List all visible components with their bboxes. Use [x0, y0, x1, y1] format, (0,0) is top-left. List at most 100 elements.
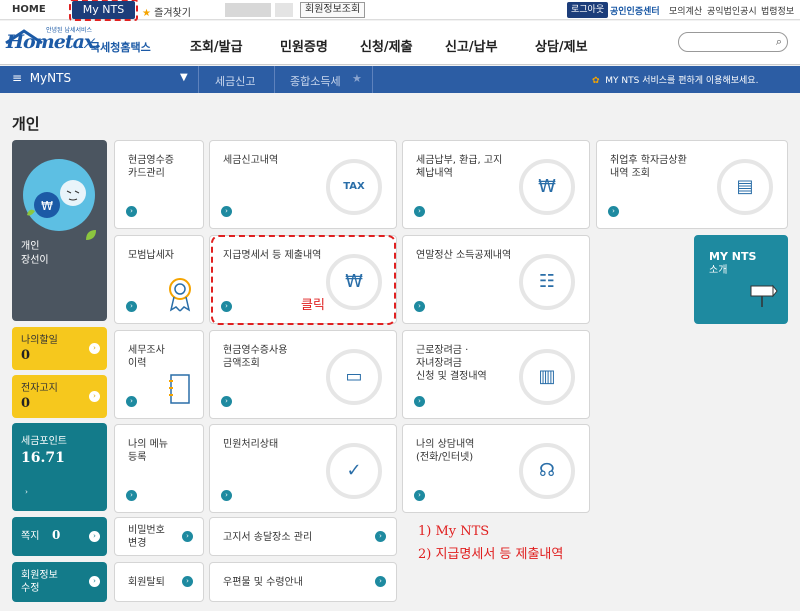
member-edit-card[interactable]: 회원정보 수정 › [12, 562, 107, 602]
arrow-circle-icon[interactable]: › [21, 487, 32, 498]
tile-model-taxpayer[interactable]: 모범납세자 › [114, 235, 204, 324]
tile-mynts-intro[interactable]: MY NTS 소개 [694, 235, 788, 324]
profile-card: ₩ 개인 장선이 [12, 140, 107, 321]
profile-name: 장선이 [21, 255, 49, 266]
arrow-circle-icon[interactable]: › [89, 531, 100, 542]
e-notice-count: 0 [21, 396, 31, 411]
hamburger-icon: ≡ [12, 71, 23, 85]
tax-points-card[interactable]: 세금포인트 16.71 › [12, 423, 107, 511]
arrow-circle-icon[interactable]: › [608, 206, 619, 217]
arrow-circle-icon[interactable]: › [221, 396, 232, 407]
tile-withdraw[interactable]: 회원탈퇴 › [114, 562, 204, 602]
page-title: 개인 [12, 115, 40, 133]
arrow-circle-icon[interactable]: › [221, 206, 232, 217]
arrow-circle-icon[interactable]: › [126, 396, 137, 407]
tax-document-icon: TAX [326, 159, 382, 215]
click-annotation: 클릭 [301, 298, 325, 313]
profile-type: 개인 [21, 241, 40, 252]
search-icon[interactable]: ⌕ [776, 35, 782, 49]
arrow-circle-icon[interactable]: › [182, 530, 193, 542]
tile-notice-address[interactable]: 고지서 송달장소 관리 › [209, 517, 397, 556]
blurred-user-suffix [275, 3, 293, 17]
tile-password-change[interactable]: 비밀번호 변경 › [114, 517, 204, 556]
chevron-down-icon[interactable]: ▼ [180, 72, 188, 83]
flower-icon: ✿ [592, 76, 600, 86]
tile-year-end-settlement[interactable]: 연말정산 소득공제내역 ☷ › [402, 235, 590, 324]
arrow-circle-icon[interactable]: › [89, 576, 100, 587]
check-circle-icon: ✓ [326, 443, 382, 499]
nav-report-payment[interactable]: 신고/납부 [445, 36, 498, 55]
e-notice-label: 전자고지 [21, 383, 58, 394]
memo-label: 쪽지 [21, 531, 40, 542]
member-edit-label-2: 수정 [21, 583, 40, 594]
search-input[interactable]: ⌕ [678, 32, 788, 52]
nav-application[interactable]: 신청/제출 [360, 36, 413, 55]
tile-consult-history[interactable]: 나의 상담내역 (전화/인터넷) ☊ › [402, 424, 590, 513]
tax-points-value: 16.71 [21, 450, 65, 466]
favorites-link[interactable]: ★ 즐겨찾기 [142, 4, 191, 19]
tile-tax-return-history[interactable]: 세금신고내역 TAX › [209, 140, 397, 229]
tile-cash-receipt-usage[interactable]: 현금영수증사용 금액조회 ▭ › [209, 330, 397, 419]
headset-icon: ☊ [519, 443, 575, 499]
tile-my-menu[interactable]: 나의 메뉴 등록 › [114, 424, 204, 513]
leaf-icon [86, 230, 96, 240]
memo-count: 0 [52, 528, 61, 542]
legal-info-link[interactable]: 법령정보 [761, 4, 794, 17]
award-badge-icon [169, 278, 191, 312]
hometax-logo[interactable]: 안녕된 납세서비스 Hometax. 국세청홈택스 [4, 25, 152, 61]
arrow-circle-icon[interactable]: › [126, 301, 137, 312]
bookmark-star-icon[interactable]: ★ [352, 72, 362, 85]
tax-points-label: 세금포인트 [21, 436, 67, 447]
breadcrumb-income-tax[interactable]: 종합소득세 [290, 73, 341, 89]
member-edit-label-1: 회원정보 [21, 570, 58, 581]
member-info-button[interactable]: 회원정보조회 [300, 2, 366, 18]
arrow-circle-icon[interactable]: › [414, 206, 425, 217]
arrow-circle-icon[interactable]: › [182, 576, 193, 587]
tile-payment-refund[interactable]: 세금납부, 환급, 고지 체납내역 ₩ › [402, 140, 590, 229]
arrow-circle-icon[interactable]: › [126, 490, 137, 501]
arrow-circle-icon[interactable]: › [126, 206, 137, 217]
won-coin-icon: ₩ [519, 159, 575, 215]
mock-calc-link[interactable]: 모의계산 [669, 4, 702, 17]
my-nts-highlight [69, 0, 138, 21]
tile-tax-audit[interactable]: 세무조사 이력 › [114, 330, 204, 419]
breadcrumb-tax-report[interactable]: 세금신고 [215, 73, 255, 89]
tile-student-loan[interactable]: 취업후 학자금상환 내역 조회 ▤ › [596, 140, 788, 229]
arrow-circle-icon[interactable]: › [89, 391, 100, 402]
e-notice-card[interactable]: 전자고지 0 › [12, 375, 107, 418]
nav-certificate[interactable]: 민원증명 [280, 36, 328, 55]
notebook-icon [169, 374, 190, 404]
tile-civil-status[interactable]: 민원처리상태 ✓ › [209, 424, 397, 513]
mascot-avatar: ₩ [23, 159, 95, 231]
home-link[interactable]: HOME [12, 4, 46, 15]
arrow-circle-icon[interactable]: › [221, 490, 232, 501]
table-document-icon: ☷ [519, 254, 575, 310]
nav-consult[interactable]: 상담/제보 [535, 36, 588, 55]
todo-card[interactable]: 나의할일 0 › [12, 327, 107, 370]
public-notice-link[interactable]: 공익법인공시 [707, 4, 757, 17]
top-utility-bar: HOME My NTS ★ 즐겨찾기 회원정보조회 로그아웃 공인인증센터 모의… [0, 0, 800, 21]
arrow-circle-icon[interactable]: › [414, 301, 425, 312]
svg-text:₩: ₩ [41, 199, 53, 213]
tile-mail-guide[interactable]: 우편물 및 수령안내 › [209, 562, 397, 602]
blurred-user-name [225, 3, 271, 17]
star-icon: ★ [142, 8, 151, 19]
mynts-notice: ✿ MY NTS 서비스를 편하게 이용해보세요. [592, 76, 759, 86]
arrow-circle-icon[interactable]: › [414, 396, 425, 407]
arrow-circle-icon[interactable]: › [375, 576, 386, 587]
tile-earned-income-credit[interactable]: 근로장려금 · 자녀장려금 신청 및 결정내역 ▥ › [402, 330, 590, 419]
todo-label: 나의할일 [21, 335, 58, 346]
arrow-circle-icon[interactable]: › [375, 530, 386, 542]
arrow-circle-icon[interactable]: › [414, 490, 425, 501]
nav-inquiry[interactable]: 조회/발급 [190, 36, 243, 55]
step-note-2: 2) 지급명세서 등 제출내역 [418, 547, 564, 562]
memo-card[interactable]: 쪽지 0 › [12, 517, 107, 556]
main-header: 안녕된 납세서비스 Hometax. 국세청홈택스 조회/발급 민원증명 신청/… [0, 21, 800, 65]
tile-cash-receipt-card[interactable]: 현금영수증 카드관리 › [114, 140, 204, 229]
signpost-icon [750, 284, 778, 307]
cert-center-link[interactable]: 공인인증센터 [610, 4, 660, 17]
arrow-circle-icon[interactable]: › [89, 343, 100, 354]
logout-button[interactable]: 로그아웃 [567, 2, 609, 18]
todo-count: 0 [21, 348, 31, 363]
mynts-menu-button[interactable]: ≡ MyNTS [12, 71, 71, 85]
